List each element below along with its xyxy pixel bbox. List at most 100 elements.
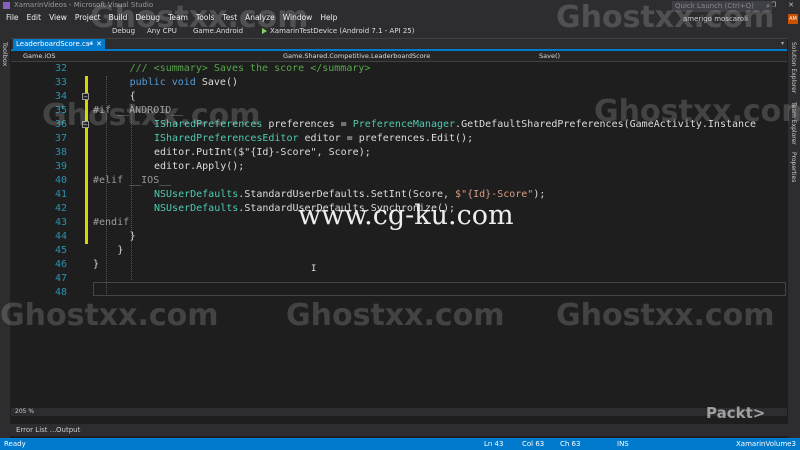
- code-line[interactable]: 35 #if __ANDROID__: [11, 104, 787, 118]
- navigation-bar: Game.iOS Game.Shared.Competitive.Leaderb…: [11, 51, 787, 62]
- line-number: 38: [54, 147, 67, 158]
- menu-project[interactable]: Project: [71, 11, 105, 24]
- code-line[interactable]: 46}: [11, 258, 787, 272]
- start-debugging-icon[interactable]: [262, 28, 267, 34]
- device-select[interactable]: XamarinTestDevice (Android 7.1 - API 25): [270, 24, 414, 38]
- code-text: ISharedPreferencesEditor editor = prefer…: [154, 132, 473, 146]
- change-marker: [85, 230, 88, 244]
- startup-project-select[interactable]: Game.Android: [193, 24, 243, 38]
- menu-view[interactable]: View: [45, 11, 71, 24]
- code-token: {: [129, 91, 136, 102]
- code-line[interactable]: 41 NSUserDefaults.StandardUserDefaults.Se…: [11, 188, 787, 202]
- line-number: 35: [54, 105, 67, 116]
- line-number: 40: [54, 175, 67, 186]
- quick-launch-placeholder: Quick Launch (Ctrl+Q): [675, 2, 754, 10]
- menu-debug[interactable]: Debug: [131, 11, 164, 24]
- project-dropdown[interactable]: Game.iOS: [23, 51, 55, 61]
- code-token: .StandardUserDefaults.Synchronize();: [238, 203, 456, 214]
- code-line[interactable]: 38 editor.PutInt($"{Id}-Score", Score);: [11, 146, 787, 160]
- team-explorer-tab[interactable]: Team Explorer: [790, 102, 797, 145]
- menu-build[interactable]: Build: [105, 11, 132, 24]
- menu-edit[interactable]: Edit: [23, 11, 46, 24]
- tab-error-list[interactable]: Error List ...: [16, 424, 56, 436]
- line-number: 37: [54, 133, 67, 144]
- change-marker: [85, 76, 88, 90]
- code-token: NSUserDefaults: [154, 203, 239, 214]
- quick-launch-input[interactable]: Quick Launch (Ctrl+Q) ⌕: [672, 1, 772, 12]
- code-line[interactable]: 39 editor.Apply();: [11, 160, 787, 174]
- code-token: #elif __IOS__: [93, 175, 172, 186]
- line-number: 39: [54, 161, 67, 172]
- menu-tools[interactable]: Tools: [192, 11, 218, 24]
- collapse-toggle-icon[interactable]: −: [82, 121, 89, 129]
- solution-explorer-tab[interactable]: Solution Explorer: [790, 42, 797, 93]
- code-line[interactable]: 32 /// <summary> Saves the score </summar…: [11, 62, 787, 76]
- code-token: PreferenceManager: [352, 119, 456, 130]
- chevron-down-icon[interactable]: ▾: [781, 39, 784, 49]
- tab-label: LeaderboardScore.cs*: [16, 40, 94, 48]
- code-line[interactable]: 42 NSUserDefaults.StandardUserDefaults.Sy…: [11, 202, 787, 216]
- toolbar: Debug Any CPU Game.Android XamarinTestDe…: [0, 24, 800, 39]
- change-marker: [85, 160, 88, 174]
- code-token: /// <summary> Saves the score </summary>: [129, 63, 371, 74]
- code-text: NSUserDefaults.StandardUserDefaults.Sync…: [154, 202, 455, 216]
- config-select[interactable]: Debug: [112, 24, 135, 38]
- zoom-level[interactable]: 205 %: [15, 408, 34, 416]
- member-dropdown[interactable]: Save(): [539, 51, 560, 61]
- line-number: 36: [54, 119, 67, 130]
- line-number: 42: [54, 203, 67, 214]
- code-token: NSUserDefaults: [154, 189, 239, 200]
- menu-team[interactable]: Team: [164, 11, 192, 24]
- close-icon[interactable]: ✕: [96, 39, 102, 49]
- toolbox-tab[interactable]: Toolbox: [1, 42, 9, 66]
- avatar[interactable]: AM: [788, 14, 798, 24]
- code-line[interactable]: 33 public void Save(): [11, 76, 787, 90]
- change-marker: [85, 132, 88, 146]
- properties-tab[interactable]: Properties: [790, 152, 797, 182]
- code-line[interactable]: 37 ISharedPreferencesEditor editor = pref…: [11, 132, 787, 146]
- code-token: .StandardUserDefaults.SetInt(Score,: [238, 189, 456, 200]
- menu-help[interactable]: Help: [316, 11, 341, 24]
- code-token: editor.PutInt($"{Id}-Score", Score);: [154, 147, 371, 158]
- tab-leaderboard-score[interactable]: LeaderboardScore.cs* ⊸ ✕: [13, 39, 105, 49]
- pin-icon[interactable]: ⊸: [87, 39, 93, 49]
- menu-analyze[interactable]: Analyze: [241, 11, 279, 24]
- code-line[interactable]: 36 − ISharedPreferences preferences = Pref…: [11, 118, 787, 132]
- change-marker: [85, 174, 88, 188]
- collapse-toggle-icon[interactable]: −: [82, 93, 89, 101]
- code-token: $"{Id}-Score": [455, 189, 534, 200]
- class-dropdown[interactable]: Game.Shared.Competitive.LeaderboardScore: [283, 51, 430, 61]
- code-editor[interactable]: I 32/// <summary> Saves the score </summ…: [11, 62, 787, 408]
- code-line[interactable]: 47: [11, 272, 787, 286]
- menu-test[interactable]: Test: [218, 11, 241, 24]
- visual-studio-logo-icon: [3, 2, 10, 9]
- line-number: 45: [54, 245, 67, 256]
- tab-output[interactable]: Output: [56, 424, 80, 436]
- change-marker: [85, 202, 88, 216]
- status-bar: Ready Ln 43 Col 63 Ch 63 INS XamarinVolu…: [0, 438, 800, 450]
- code-line[interactable]: 34 − {: [11, 90, 787, 104]
- code-token: ISharedPreferences: [154, 119, 263, 130]
- line-number: 41: [54, 189, 67, 200]
- line-number: 33: [54, 77, 67, 88]
- code-line[interactable]: 45}: [11, 244, 787, 258]
- code-line[interactable]: 44}: [11, 230, 787, 244]
- code-token: );: [533, 189, 546, 200]
- code-token: ISharedPreferencesEditor: [154, 133, 299, 144]
- code-token: editor = preferences.Edit();: [298, 133, 474, 144]
- code-token: void: [171, 77, 196, 88]
- code-line[interactable]: 48: [11, 286, 787, 300]
- code-line[interactable]: 40 #elif __IOS__: [11, 174, 787, 188]
- code-text: #endif: [93, 216, 129, 230]
- code-text: #elif __IOS__: [93, 174, 171, 188]
- menu-window[interactable]: Window: [279, 11, 317, 24]
- code-line[interactable]: 43 #endif: [11, 216, 787, 230]
- code-token: .GetDefaultSharedPreferences(GameActivit…: [455, 119, 757, 130]
- menu-file[interactable]: File: [2, 11, 23, 24]
- branch-name[interactable]: XamarinVolume3: [736, 438, 796, 450]
- close-window-button[interactable]: ✕: [782, 0, 800, 11]
- platform-select[interactable]: Any CPU: [147, 24, 177, 38]
- line-number: 32: [54, 63, 67, 74]
- search-icon: ⌕: [766, 2, 770, 10]
- code-text: }: [93, 258, 99, 272]
